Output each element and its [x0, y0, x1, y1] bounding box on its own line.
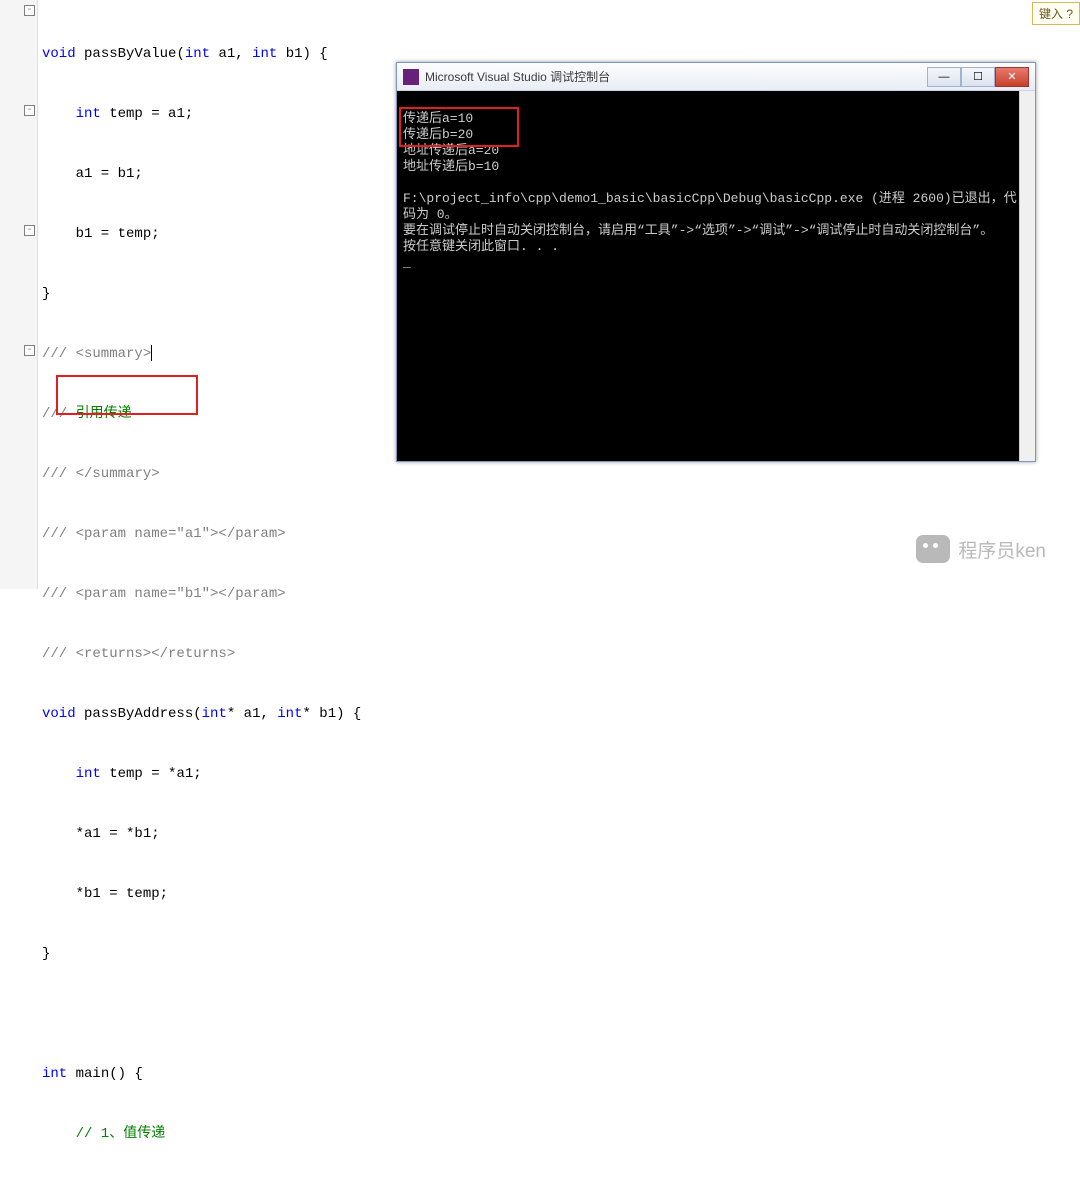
param: a1, [210, 46, 252, 62]
comment: // 1、值传递 [42, 1126, 165, 1142]
close-button[interactable]: ✕ [995, 67, 1029, 87]
minimize-button[interactable]: — [927, 67, 961, 87]
code-line: *a1 = *b1; [42, 824, 1080, 844]
param: * b1) { [303, 706, 362, 722]
highlight-box-output [399, 107, 519, 147]
param: b1) { [277, 46, 327, 62]
keyword: void [42, 706, 76, 722]
console-scrollbar[interactable] [1019, 91, 1035, 461]
code-line: } [42, 944, 1080, 964]
function-name: passByAddress( [76, 706, 202, 722]
function-name: passByValue [84, 46, 176, 62]
console-line: 要在调试停止时自动关闭控制台，请启用“工具”->“选项”->“调试”->“调试停… [403, 223, 993, 238]
fold-toggle[interactable]: - [24, 345, 35, 356]
console-line: 按任意键关闭此窗口. . . [403, 239, 559, 254]
watermark-text: 程序员ken [958, 536, 1046, 563]
watermark: 程序员ken [916, 535, 1046, 563]
doc-comment: /// <param name="a1"></param> [42, 526, 286, 542]
fold-toggle[interactable]: - [24, 225, 35, 236]
keyword: int [252, 46, 277, 62]
keyword: int [42, 1066, 67, 1082]
editor-gutter: - - - - [0, 0, 38, 589]
highlight-box-variables [56, 375, 198, 415]
maximize-button[interactable]: ☐ [961, 67, 995, 87]
keyword: void [42, 46, 76, 62]
doc-comment: /// </summary> [42, 466, 160, 482]
param: * a1, [227, 706, 277, 722]
console-titlebar[interactable]: Microsoft Visual Studio 调试控制台 — ☐ ✕ [397, 63, 1035, 91]
ime-hint[interactable]: 键入 ? [1032, 2, 1080, 25]
code-line: *b1 = temp; [42, 884, 1080, 904]
text-caret [151, 345, 152, 361]
console-window[interactable]: Microsoft Visual Studio 调试控制台 — ☐ ✕ 传递后a… [396, 62, 1036, 462]
keyword: int [202, 706, 227, 722]
fold-toggle[interactable]: - [24, 5, 35, 16]
console-line: 地址传递后b=10 [403, 159, 499, 174]
vs-icon [403, 69, 419, 85]
fold-toggle[interactable]: - [24, 105, 35, 116]
keyword: int [185, 46, 210, 62]
console-output[interactable]: 传递后a=10 传递后b=20 地址传递后a=20 地址传递后b=10 F:\p… [397, 91, 1035, 461]
console-cursor: _ [403, 255, 411, 270]
code-line [42, 1004, 1080, 1024]
wechat-icon [916, 535, 950, 563]
function-name: main() { [67, 1066, 143, 1082]
doc-comment: /// <param name="b1"></param> [42, 586, 286, 602]
console-line: F:\project_info\cpp\demo1_basic\basicCpp… [403, 191, 1017, 222]
console-title: Microsoft Visual Studio 调试控制台 [425, 68, 927, 85]
doc-comment: /// <returns></returns> [42, 646, 235, 662]
doc-comment: /// <summary> [42, 346, 151, 362]
keyword: int [277, 706, 302, 722]
